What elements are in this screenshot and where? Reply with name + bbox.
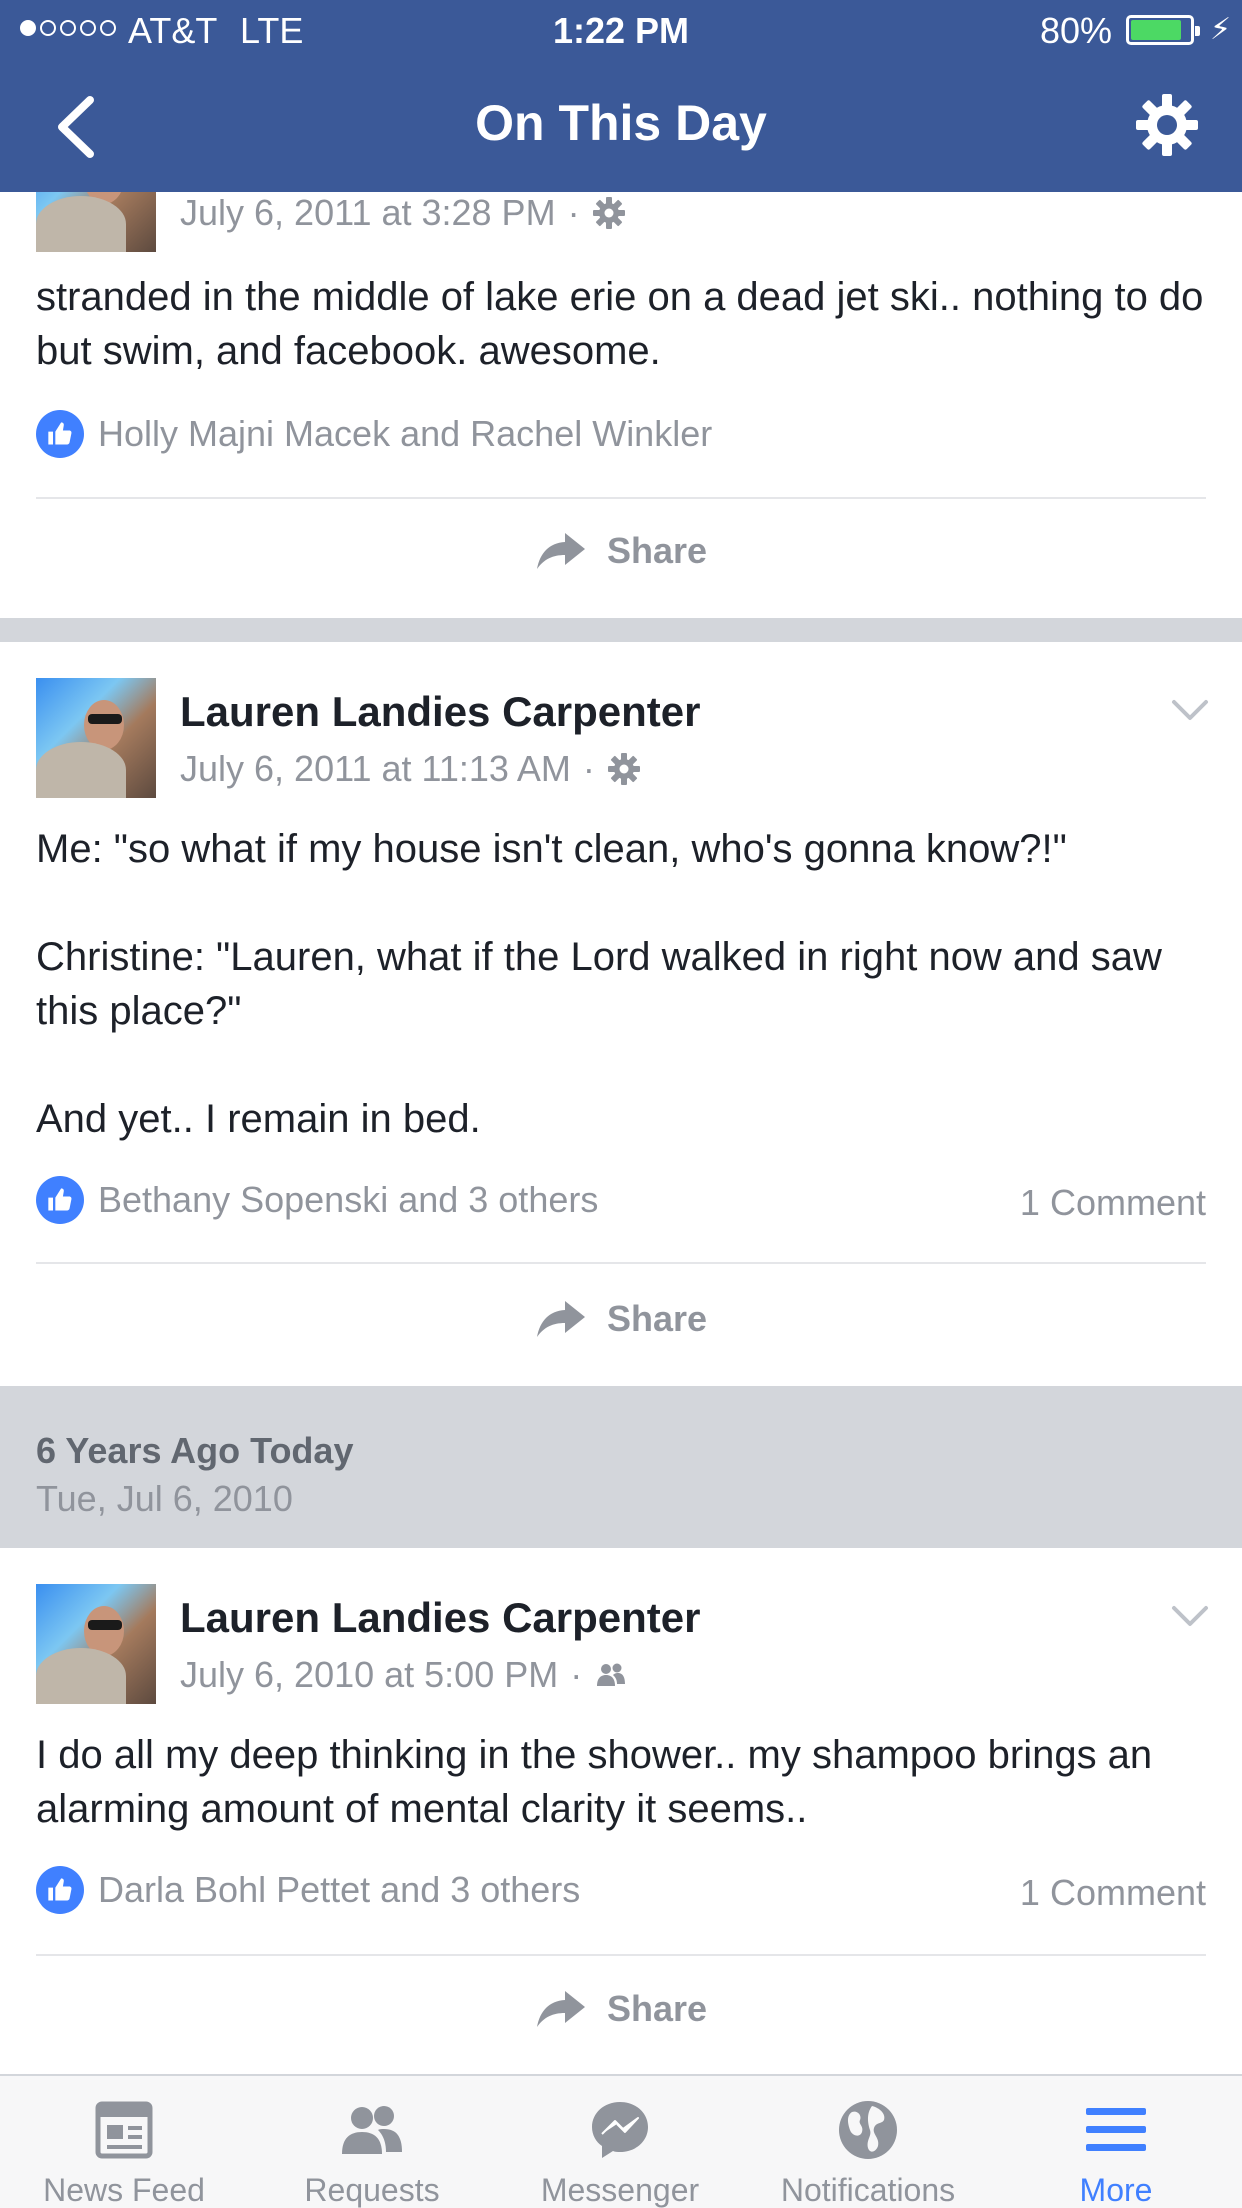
divider: [36, 497, 1206, 499]
news-feed-icon: [95, 2101, 153, 2159]
comment-count[interactable]: 1 Comment: [1020, 1182, 1206, 1224]
post-card: Lauren Landies Carpenter July 6, 2011 at…: [0, 642, 1242, 1386]
section-date: Tue, Jul 6, 2010: [36, 1478, 293, 1519]
gear-icon: [607, 753, 640, 785]
avatar[interactable]: [36, 1584, 156, 1704]
post-separator: [0, 618, 1242, 642]
like-names: Bethany Sopenski and 3 others: [98, 1179, 599, 1220]
like-summary[interactable]: Bethany Sopenski and 3 others: [36, 1176, 598, 1224]
share-button[interactable]: Share: [0, 530, 1242, 572]
like-summary[interactable]: Holly Majni Macek and Rachel Winkler: [36, 410, 712, 458]
tab-label: Messenger: [540, 2172, 700, 2208]
post-text: I do all my deep thinking in the shower.…: [36, 1733, 1153, 1831]
share-label: Share: [606, 1298, 708, 1339]
post-timestamp[interactable]: July 6, 2011 at 11:13 AM: [180, 748, 571, 790]
settings-button[interactable]: [1134, 92, 1200, 158]
like-names: Darla Bohl Pettet and 3 others: [98, 1869, 581, 1910]
post-meta: July 6, 2011 at 3:28 PM ·: [180, 192, 626, 234]
battery-percentage: 80%: [1040, 10, 1113, 51]
post-card: Lauren Landies Carpenter July 6, 2010 at…: [0, 1548, 1242, 2074]
like-icon: [36, 1176, 84, 1224]
battery-icon: [1126, 15, 1200, 45]
share-button[interactable]: Share: [0, 1988, 1242, 2030]
section-header: 6 Years Ago Today Tue, Jul 6, 2010: [0, 1386, 1242, 1548]
tab-messenger[interactable]: Messenger: [496, 2076, 744, 2208]
tab-more[interactable]: More: [992, 2076, 1240, 2208]
tab-label: Requests: [304, 2172, 440, 2208]
tab-notifications[interactable]: Notifications: [744, 2076, 992, 2208]
tab-news-feed[interactable]: News Feed: [0, 2076, 248, 2208]
post-timestamp[interactable]: July 6, 2011 at 3:28 PM: [180, 192, 556, 234]
post-author[interactable]: Lauren Landies Carpenter: [180, 688, 700, 736]
tab-label: News Feed: [43, 2172, 205, 2208]
like-names: Holly Majni Macek and Rachel Winkler: [98, 413, 713, 454]
post-text: Me: "so what if my house isn't clean, wh…: [36, 827, 1162, 1141]
friend-requests-icon: [342, 2106, 402, 2154]
tab-bar: News Feed Requests Messenger Notificatio…: [0, 2074, 1242, 2208]
divider: [36, 1954, 1206, 1956]
share-label: Share: [606, 1988, 708, 2029]
divider: [36, 1262, 1206, 1264]
post-meta: July 6, 2011 at 11:13 AM ·: [180, 748, 641, 790]
like-icon: [36, 1866, 84, 1914]
share-arrow-icon: [536, 533, 585, 569]
comment-count[interactable]: 1 Comment: [1020, 1872, 1206, 1914]
section-heading: 6 Years Ago Today: [36, 1430, 354, 1471]
post-meta: July 6, 2010 at 5:00 PM ·: [180, 1654, 628, 1696]
chevron-down-icon[interactable]: [1170, 698, 1210, 722]
friends-icon: [597, 1663, 626, 1686]
tab-label: Notifications: [780, 2172, 956, 2208]
share-button[interactable]: Share: [0, 1298, 1242, 1340]
status-bar: AT&T LTE 1:22 PM 80% ⚡: [0, 0, 1242, 60]
post-author[interactable]: Lauren Landies Carpenter: [180, 1594, 700, 1642]
page-title: On This Day: [475, 95, 767, 151]
globe-icon: [839, 2101, 897, 2159]
post-card: July 6, 2011 at 3:28 PM · stranded in th…: [0, 192, 1242, 618]
chevron-down-icon[interactable]: [1170, 1604, 1210, 1628]
messenger-icon: [592, 2102, 648, 2158]
gear-icon: [592, 197, 625, 229]
share-label: Share: [606, 530, 708, 571]
share-arrow-icon: [536, 1991, 585, 2027]
avatar[interactable]: [36, 192, 156, 252]
top-bar: AT&T LTE 1:22 PM 80% ⚡ On This Day: [0, 0, 1242, 192]
gear-icon: [1136, 94, 1198, 156]
charging-icon: ⚡: [1210, 13, 1232, 46]
like-summary[interactable]: Darla Bohl Pettet and 3 others: [36, 1866, 580, 1914]
post-timestamp[interactable]: July 6, 2010 at 5:00 PM: [180, 1654, 558, 1696]
feed[interactable]: July 6, 2011 at 3:28 PM · stranded in th…: [0, 192, 1242, 2074]
tab-label: More: [1079, 2172, 1153, 2208]
share-arrow-icon: [536, 1301, 585, 1337]
post-text: stranded in the middle of lake erie on a…: [36, 275, 1204, 373]
avatar[interactable]: [36, 678, 156, 798]
like-icon: [36, 410, 84, 458]
tab-requests[interactable]: Requests: [248, 2076, 496, 2208]
menu-icon: [1086, 2108, 1146, 2151]
